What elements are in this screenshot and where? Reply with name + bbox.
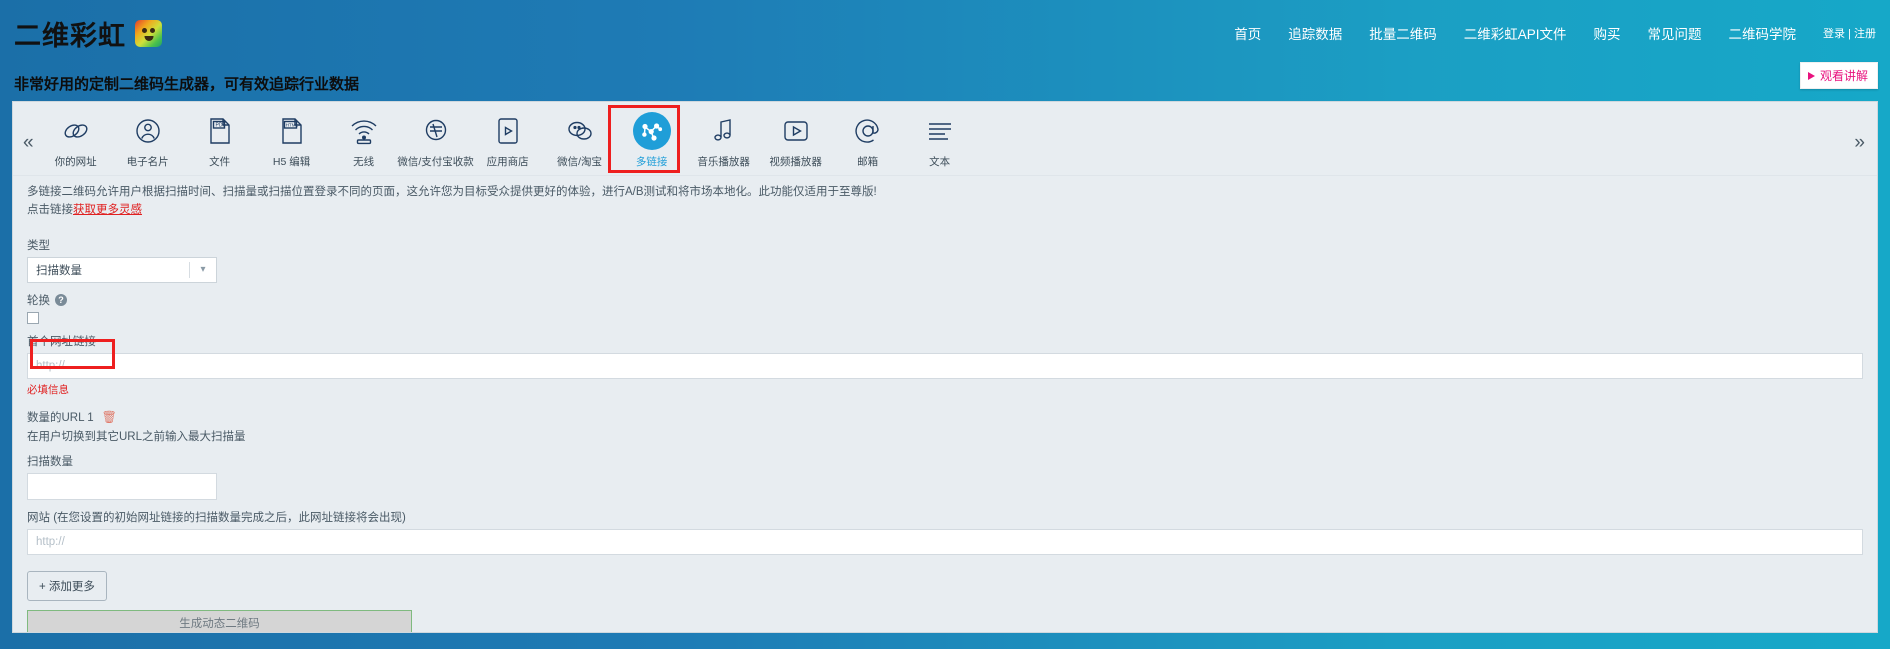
qr-type-label: 你的网址 <box>54 156 97 168</box>
rotate-checkbox[interactable] <box>27 311 39 324</box>
nav-tracking-data[interactable]: 追踪数据 <box>1288 23 1342 43</box>
url-entry-label: 数量的URL 1 <box>27 411 94 424</box>
wifi-icon <box>349 114 379 148</box>
qr-type-label: 视频播放器 <box>769 156 822 168</box>
type-select[interactable]: 扫描数量 ▾ <box>27 256 217 283</box>
multi-link-network-icon <box>632 112 671 150</box>
qr-type-label: H5 编辑 <box>272 156 311 168</box>
svg-text:PDF: PDF <box>215 123 225 129</box>
scan-count-label: 扫描数量 <box>27 455 73 468</box>
watch-tutorial-button[interactable]: 观看讲解 <box>1799 62 1878 89</box>
qr-type-text[interactable]: 文本 <box>904 110 976 171</box>
play-icon <box>1807 71 1815 80</box>
qr-type-music-player[interactable]: 音乐播放器 <box>688 110 760 171</box>
description-line-2: 点击链接获取更多灵感 <box>27 202 1863 220</box>
page-tagline: 非常好用的定制二维码生成器，可有效追踪行业数据 <box>14 76 360 93</box>
brand-name: 二维彩虹 <box>14 20 126 51</box>
qr-type-label: 无线 <box>353 156 375 168</box>
qr-type-label: 微信/淘宝 <box>557 156 603 168</box>
wechat-taobao-icon <box>565 114 595 148</box>
login-register-link[interactable]: 登录 | 注册 <box>1823 25 1876 41</box>
qr-type-your-url[interactable]: 你的网址 <box>40 110 112 171</box>
app-store-icon <box>495 114 521 148</box>
qr-type-label: 微信/支付宝收款 <box>397 156 474 168</box>
help-circle-icon[interactable]: ? <box>55 293 67 306</box>
qr-type-wechat-taobao[interactable]: 微信/淘宝 <box>544 110 616 171</box>
nav-purchase[interactable]: 购买 <box>1594 23 1621 43</box>
type-select-value: 扫描数量 <box>36 264 82 277</box>
qr-type-list: 你的网址 电子名片 PDF 文件 HTML H5 编辑 无线 微信/支付宝收款 … <box>40 110 1845 171</box>
generate-qr-button[interactable]: 生成动态二维码 <box>27 609 412 632</box>
qr-type-label: 文件 <box>209 156 231 168</box>
description-prefix: 点击链接 <box>27 203 73 216</box>
qr-type-multi-link[interactable]: 多链接 <box>616 110 688 171</box>
first-url-error: 必填信息 <box>27 383 69 396</box>
rotate-field-label: 轮换 ? <box>27 292 1863 308</box>
brand-logo-group[interactable]: 二维彩虹 <box>14 14 162 53</box>
first-url-label: 首个网址链接 <box>27 335 96 348</box>
website-label: 网站 (在您设置的初始网址链接的扫描数量完成之后，此网址链接将会出现) <box>27 511 406 524</box>
qr-type-payment[interactable]: 微信/支付宝收款 <box>397 110 474 171</box>
qr-type-vcard[interactable]: 电子名片 <box>112 110 184 171</box>
music-note-icon <box>711 114 737 148</box>
type-description: 多链接二维码允许用户根据扫描时间、扫描量或扫描位置登录不同的页面，这允许您为目标… <box>13 176 1877 222</box>
qr-type-video-player[interactable]: 视频播放器 <box>760 110 832 171</box>
qr-type-label: 文本 <box>929 156 951 168</box>
video-play-icon <box>781 114 811 148</box>
qr-type-label: 多链接 <box>635 156 668 168</box>
qr-type-label: 应用商店 <box>486 156 529 168</box>
type-field-label: 类型 <box>27 239 50 252</box>
add-more-button[interactable]: + 添加更多 <box>27 570 107 601</box>
url-entry-hint: 在用户切换到其它URL之前输入最大扫描量 <box>27 430 246 443</box>
site-header: 二维彩虹 首页 追踪数据 批量二维码 二维彩虹API文件 购买 常见问题 二维码… <box>0 0 1890 89</box>
qr-type-h5-editor[interactable]: HTML H5 编辑 <box>256 110 328 171</box>
scan-count-input[interactable] <box>27 472 217 500</box>
website-placeholder: http:// <box>36 535 65 548</box>
nav-bulk-qr[interactable]: 批量二维码 <box>1369 23 1437 43</box>
watch-tutorial-label: 观看讲解 <box>1819 69 1868 83</box>
website-input[interactable]: http:// <box>27 528 1863 555</box>
qr-type-email[interactable]: 邮箱 <box>832 110 904 171</box>
qr-type-file[interactable]: PDF 文件 <box>184 110 256 171</box>
qr-type-label: 电子名片 <box>126 156 169 168</box>
nav-faq[interactable]: 常见问题 <box>1648 23 1702 43</box>
nav-home[interactable]: 首页 <box>1234 23 1261 43</box>
qr-generator-panel: « 你的网址 电子名片 PDF 文件 HTML H5 编辑 无线 微信/支付宝收… <box>12 101 1878 633</box>
chevron-double-right-icon[interactable]: » <box>1844 110 1877 154</box>
first-url-input[interactable]: http:// <box>27 352 1863 379</box>
inspiration-link[interactable]: 获取更多灵感 <box>73 204 142 216</box>
user-circle-icon <box>133 114 163 148</box>
rotate-label-text: 轮换 <box>27 294 50 307</box>
tagline-band: 非常好用的定制二维码生成器，可有效追踪行业数据 <box>0 66 1890 101</box>
panel-background: « 你的网址 电子名片 PDF 文件 HTML H5 编辑 无线 微信/支付宝收… <box>0 101 1890 649</box>
link-chain-icon <box>61 114 91 148</box>
url-entry-header: 数量的URL 1 🗑 <box>27 409 1863 425</box>
multi-link-form: 类型 扫描数量 ▾ 轮换 ? 首个网址链接 http:// 必填信息 数量的UR… <box>13 222 1877 632</box>
svg-text:HTML: HTML <box>285 123 298 128</box>
first-url-placeholder: http:// <box>36 359 65 372</box>
payment-qr-icon <box>421 114 451 148</box>
qr-type-label: 音乐播放器 <box>697 156 750 168</box>
qr-type-app-store[interactable]: 应用商店 <box>472 110 544 171</box>
qr-type-wifi[interactable]: 无线 <box>328 110 400 171</box>
pdf-file-icon: PDF <box>206 114 234 148</box>
nav-api-docs[interactable]: 二维彩虹API文件 <box>1464 23 1567 43</box>
description-line-1: 多链接二维码允许用户根据扫描时间、扫描量或扫描位置登录不同的页面，这允许您为目标… <box>27 186 877 198</box>
rainbow-bear-logo-icon <box>135 19 162 47</box>
trash-icon[interactable]: 🗑 <box>102 411 117 423</box>
at-sign-icon <box>853 114 883 148</box>
text-lines-icon <box>925 114 955 148</box>
html-file-icon: HTML <box>278 114 306 148</box>
nav-academy[interactable]: 二维码学院 <box>1729 23 1797 43</box>
main-navigation: 首页 追踪数据 批量二维码 二维彩虹API文件 购买 常见问题 二维码学院 登录… <box>1234 23 1890 43</box>
qr-type-toolbar: « 你的网址 电子名片 PDF 文件 HTML H5 编辑 无线 微信/支付宝收… <box>13 102 1877 176</box>
qr-type-label: 邮箱 <box>857 156 879 168</box>
chevron-down-icon[interactable]: ▾ <box>190 264 216 275</box>
chevron-double-left-icon[interactable]: « <box>13 110 40 154</box>
